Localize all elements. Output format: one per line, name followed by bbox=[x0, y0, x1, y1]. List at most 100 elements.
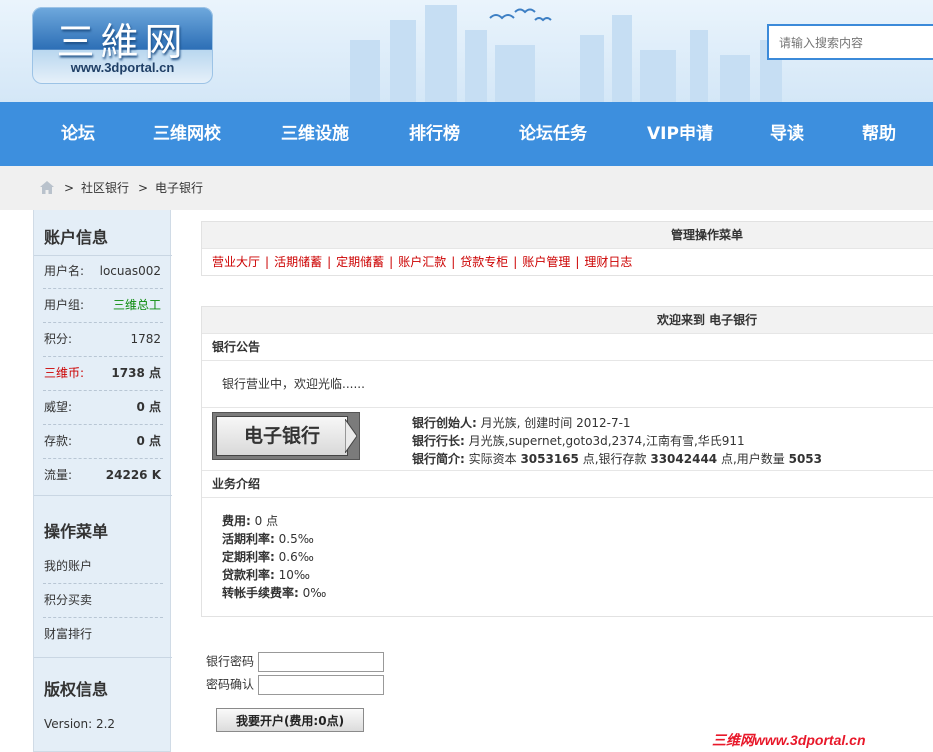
menu-divider: | bbox=[513, 255, 518, 269]
business-title: 业务介绍 bbox=[202, 471, 933, 498]
menu-current-savings[interactable]: 活期储蓄 bbox=[274, 255, 322, 269]
sidebar-item-label: 我的账户 bbox=[44, 559, 93, 573]
bank-logo: 电子银行 bbox=[212, 412, 360, 460]
rate-value: 0.6‰ bbox=[274, 550, 314, 564]
president-value: 月光族,supernet,goto3d,2374,江南有雪,华氏911 bbox=[464, 434, 745, 448]
sidebar-item-my-account[interactable]: 我的账户 bbox=[43, 550, 163, 584]
welcome-panel: 欢迎来到 电子银行 银行公告 银行营业中，欢迎光临...... 电子银行 银行创… bbox=[201, 306, 933, 617]
nav-school[interactable]: 三维网校 bbox=[153, 102, 221, 166]
account-row-coins: 三维币: 1738 点 bbox=[43, 357, 163, 391]
sidebar-item-label: 积分买卖 bbox=[44, 593, 93, 607]
breadcrumb-separator: > bbox=[138, 181, 149, 195]
open-account-button[interactable]: 我要开户(费用:0点) bbox=[216, 708, 364, 732]
rate-label: 贷款利率: bbox=[222, 568, 275, 582]
confirm-label: 密码确认 bbox=[206, 677, 255, 692]
version-info: Version: 2.2 bbox=[43, 708, 163, 741]
capital-value: 3053165 bbox=[520, 452, 579, 466]
nav-forum[interactable]: 论坛 bbox=[61, 102, 95, 166]
menu-loans[interactable]: 贷款专柜 bbox=[460, 255, 508, 269]
password-input[interactable] bbox=[257, 652, 384, 672]
arrow-icon bbox=[345, 419, 357, 453]
sidebar-item-points-trade[interactable]: 积分买卖 bbox=[43, 584, 163, 618]
intro-text: 点,用户数量 bbox=[717, 452, 789, 466]
rate-label: 活期利率: bbox=[222, 532, 275, 546]
password-field-row: 银行密码 bbox=[206, 652, 384, 672]
nav-facilities[interactable]: 三维设施 bbox=[281, 102, 349, 166]
ops-menu-header: 管理操作菜单 bbox=[202, 222, 933, 249]
home-icon[interactable] bbox=[40, 181, 54, 194]
rate-label: 转帐手续费率: bbox=[222, 586, 299, 600]
logo-title: 三維网 bbox=[56, 20, 189, 64]
nav-guide[interactable]: 导读 bbox=[770, 102, 804, 166]
breadcrumb: > 社区银行 > 电子银行 bbox=[0, 166, 933, 210]
sidebar-item-wealth-ranking[interactable]: 财富排行 bbox=[43, 618, 163, 651]
rate-transfer: 转帐手续费率: 0‰ bbox=[222, 584, 933, 602]
menu-divider: | bbox=[389, 255, 394, 269]
row-label: 存款: bbox=[44, 434, 73, 448]
row-value: 24226 K bbox=[105, 468, 161, 482]
row-label: 流量: bbox=[44, 468, 73, 482]
row-value: locuas002 bbox=[99, 264, 161, 278]
welcome-header: 欢迎来到 电子银行 bbox=[202, 307, 933, 334]
row-value: 1738 点 bbox=[111, 366, 161, 380]
account-row-prestige: 威望: 0 点 bbox=[43, 391, 163, 425]
row-value: 0 点 bbox=[136, 434, 161, 448]
nav-tasks[interactable]: 论坛任务 bbox=[519, 102, 587, 166]
sidebar: 账户信息 用户名: locuas002 用户组: 三维总工 积分: 1782 三… bbox=[33, 210, 172, 752]
site-logo[interactable]: 三維网 www.3dportal.cn bbox=[32, 7, 213, 84]
logo-url: www.3dportal.cn bbox=[70, 60, 175, 75]
menu-finance-log[interactable]: 理财日志 bbox=[584, 255, 632, 269]
row-value: 1782 bbox=[130, 332, 161, 346]
users-value: 5053 bbox=[788, 452, 823, 466]
ops-menu-panel: 管理操作菜单 营业大厅 | 活期储蓄 | 定期储蓄 | 账户汇款 | 贷款专柜 | 账户管理 | 理财日… bbox=[201, 221, 933, 276]
menu-divider: | bbox=[575, 255, 580, 269]
intro-text: 点,银行存款 bbox=[578, 452, 651, 466]
search-input[interactable] bbox=[777, 27, 931, 59]
main-nav: 论坛 三维网校 三维设施 排行榜 论坛任务 VIP申请 导读 帮助 bbox=[0, 102, 933, 166]
row-label: 用户名: bbox=[44, 264, 85, 278]
breadcrumb-separator: > bbox=[64, 181, 75, 195]
rate-value: 0 点 bbox=[250, 514, 279, 528]
nav-help[interactable]: 帮助 bbox=[862, 102, 896, 166]
founder-value: 月光族, 创建时间 2012-7-1 bbox=[476, 416, 631, 430]
row-value: 0 点 bbox=[136, 400, 161, 414]
founder-label: 银行创始人: bbox=[412, 416, 477, 430]
confirm-password-input[interactable] bbox=[257, 675, 384, 695]
account-info-title: 账户信息 bbox=[44, 228, 109, 247]
intro-label: 银行简介: bbox=[412, 452, 465, 466]
divider bbox=[34, 495, 172, 496]
row-label: 积分: bbox=[44, 332, 73, 346]
intro-text: 实际资本 bbox=[464, 452, 521, 466]
ops-menu-links: 营业大厅 | 活期储蓄 | 定期储蓄 | 账户汇款 | 贷款专柜 | 账户管理 | 理财日志 bbox=[202, 249, 933, 275]
menu-fixed-savings[interactable]: 定期储蓄 bbox=[336, 255, 384, 269]
sidebar-item-label: 财富排行 bbox=[44, 627, 93, 641]
rate-fee: 费用: 0 点 bbox=[222, 512, 933, 530]
president-line: 银行行长: 月光族,supernet,goto3d,2374,江南有雪,华氏91… bbox=[412, 432, 822, 450]
bank-details: 银行创始人: 月光族, 创建时间 2012-7-1 银行行长: 月光族,supe… bbox=[412, 414, 822, 468]
menu-divider: | bbox=[327, 255, 332, 269]
president-label: 银行行长: bbox=[412, 434, 465, 448]
divider bbox=[34, 657, 172, 658]
menu-remittance[interactable]: 账户汇款 bbox=[398, 255, 446, 269]
rate-value: 10‰ bbox=[274, 568, 310, 582]
confirm-field-row: 密码确认 bbox=[206, 675, 384, 695]
password-label: 银行密码 bbox=[206, 654, 255, 669]
row-label: 用户组: bbox=[44, 298, 85, 312]
menu-lobby[interactable]: 营业大厅 bbox=[212, 255, 260, 269]
account-row-group: 用户组: 三维总工 bbox=[43, 289, 163, 323]
menu-account-manage[interactable]: 账户管理 bbox=[522, 255, 570, 269]
row-label: 威望: bbox=[44, 400, 73, 414]
rate-label: 费用: bbox=[222, 514, 251, 528]
rate-fixed: 定期利率: 0.6‰ bbox=[222, 548, 933, 566]
bank-logo-text: 电子银行 bbox=[216, 416, 348, 456]
ops-menu-title: 管理操作菜单 bbox=[671, 228, 744, 242]
breadcrumb-community-bank[interactable]: 社区银行 bbox=[81, 166, 129, 210]
menu-divider: | bbox=[451, 255, 456, 269]
breadcrumb-e-bank[interactable]: 电子银行 bbox=[155, 166, 203, 210]
nav-vip[interactable]: VIP申请 bbox=[647, 102, 713, 166]
rate-label: 定期利率: bbox=[222, 550, 275, 564]
founder-line: 银行创始人: 月光族, 创建时间 2012-7-1 bbox=[412, 414, 822, 432]
nav-ranking[interactable]: 排行榜 bbox=[409, 102, 460, 166]
rate-current: 活期利率: 0.5‰ bbox=[222, 530, 933, 548]
site-header: 三維网 www.3dportal.cn bbox=[0, 0, 933, 102]
